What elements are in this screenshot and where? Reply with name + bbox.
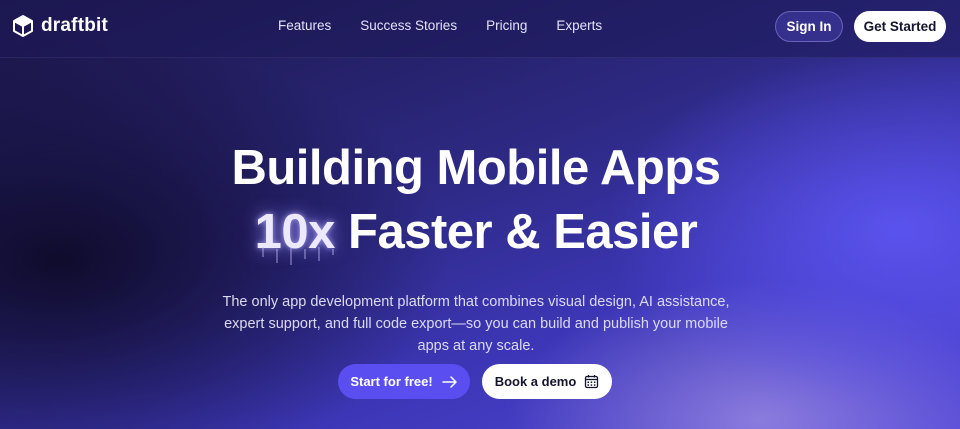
hero-headline-line2: 10x Faster & Easier [0,204,952,260]
start-for-free-label: Start for free! [350,374,433,389]
top-navigation: draftbit Features Success Stories Pricin… [0,0,960,58]
headline-line2-rest: Faster & Easier [334,205,698,259]
get-started-button[interactable]: Get Started [854,11,946,42]
sign-in-button[interactable]: Sign In [775,11,843,42]
hero-subtitle: The only app development platform that c… [222,294,730,354]
book-a-demo-label: Book a demo [494,374,577,389]
hero-headline-line1: Building Mobile Apps [231,141,721,195]
brand-logo[interactable]: draftbit [12,14,108,38]
nav-link-success-stories[interactable]: Success Stories [360,18,457,33]
nav-link-features[interactable]: Features [278,18,331,33]
main-menu: Features Success Stories Pricing Experts [278,18,602,33]
arrow-right-icon [441,375,457,388]
cube-logo-icon [13,15,33,37]
brand-name: draftbit [41,15,109,36]
nav-link-pricing[interactable]: Pricing [486,18,527,33]
nav-link-experts[interactable]: Experts [556,18,602,33]
book-a-demo-button[interactable]: Book a demo [482,364,612,399]
accent-glow-decoration [262,247,334,265]
start-for-free-button[interactable]: Start for free! [338,364,470,399]
calendar-icon [585,375,599,389]
